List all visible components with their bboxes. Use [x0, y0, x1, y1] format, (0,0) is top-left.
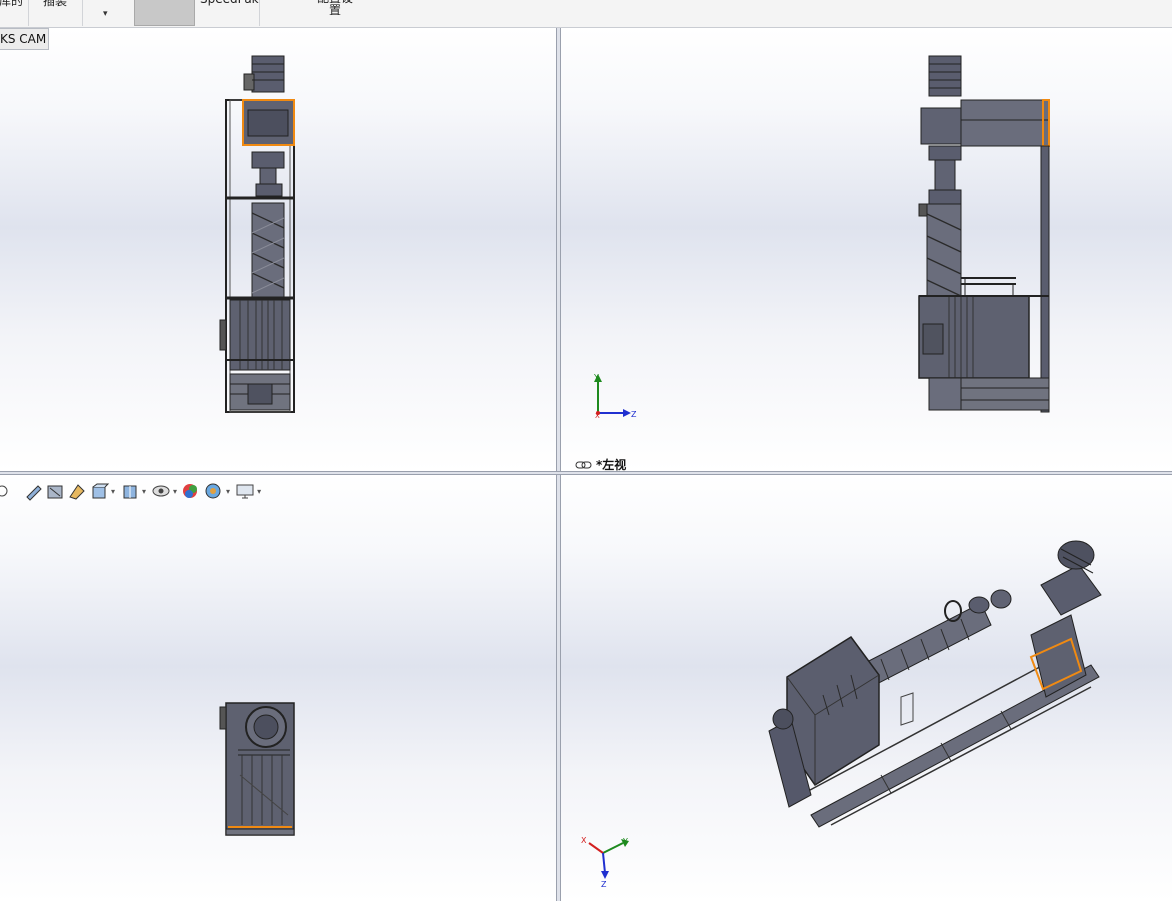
ribbon-separator	[259, 0, 260, 26]
iso-triad-x-label: X	[581, 836, 587, 845]
top-viewport[interactable]: ▾ ▾ ▾ ▾ ▾	[0, 475, 556, 901]
front-viewport[interactable]	[0, 28, 556, 471]
view-label-text: *左视	[596, 458, 627, 471]
viewport-horizontal-splitter[interactable]	[0, 471, 1172, 475]
cam-tab-label: KS CAM	[0, 32, 47, 46]
front-view-model	[219, 55, 295, 413]
link-icon	[575, 461, 592, 468]
left-view-model: Y Z X	[593, 55, 1050, 420]
cam-tab[interactable]: KS CAM	[0, 28, 49, 50]
ribbon-item-speedpak[interactable]: SpeedPak	[200, 0, 259, 19]
ribbon-separator	[82, 0, 83, 26]
ribbon-item-insert[interactable]: 插装	[40, 0, 70, 19]
viewport-vertical-splitter[interactable]	[556, 28, 561, 901]
view-orientation-label: *左视	[575, 456, 626, 471]
top-view-model	[219, 702, 295, 836]
command-ribbon: 库的 插装 ▾ SpeedPak 配置设置	[0, 0, 1172, 28]
isometric-view-model: X Y Z	[581, 540, 1102, 889]
left-viewport[interactable]: Y Z X *左视	[561, 28, 1172, 471]
ribbon-item-library[interactable]: 库的	[0, 0, 26, 19]
ribbon-item-config[interactable]: 配置设置	[313, 0, 357, 19]
ribbon-active-button[interactable]	[134, 0, 195, 26]
ribbon-dropdown-arrow-icon[interactable]: ▾	[103, 9, 108, 19]
triad-z-label: Z	[631, 410, 637, 419]
triad-x-label: X	[595, 412, 600, 420]
ribbon-separator	[28, 0, 29, 26]
iso-triad-y-label: Y	[622, 837, 628, 846]
triad-y-label: Y	[593, 373, 599, 382]
iso-triad-z-label: Z	[601, 880, 607, 889]
isometric-viewport[interactable]: X Y Z	[561, 475, 1172, 901]
